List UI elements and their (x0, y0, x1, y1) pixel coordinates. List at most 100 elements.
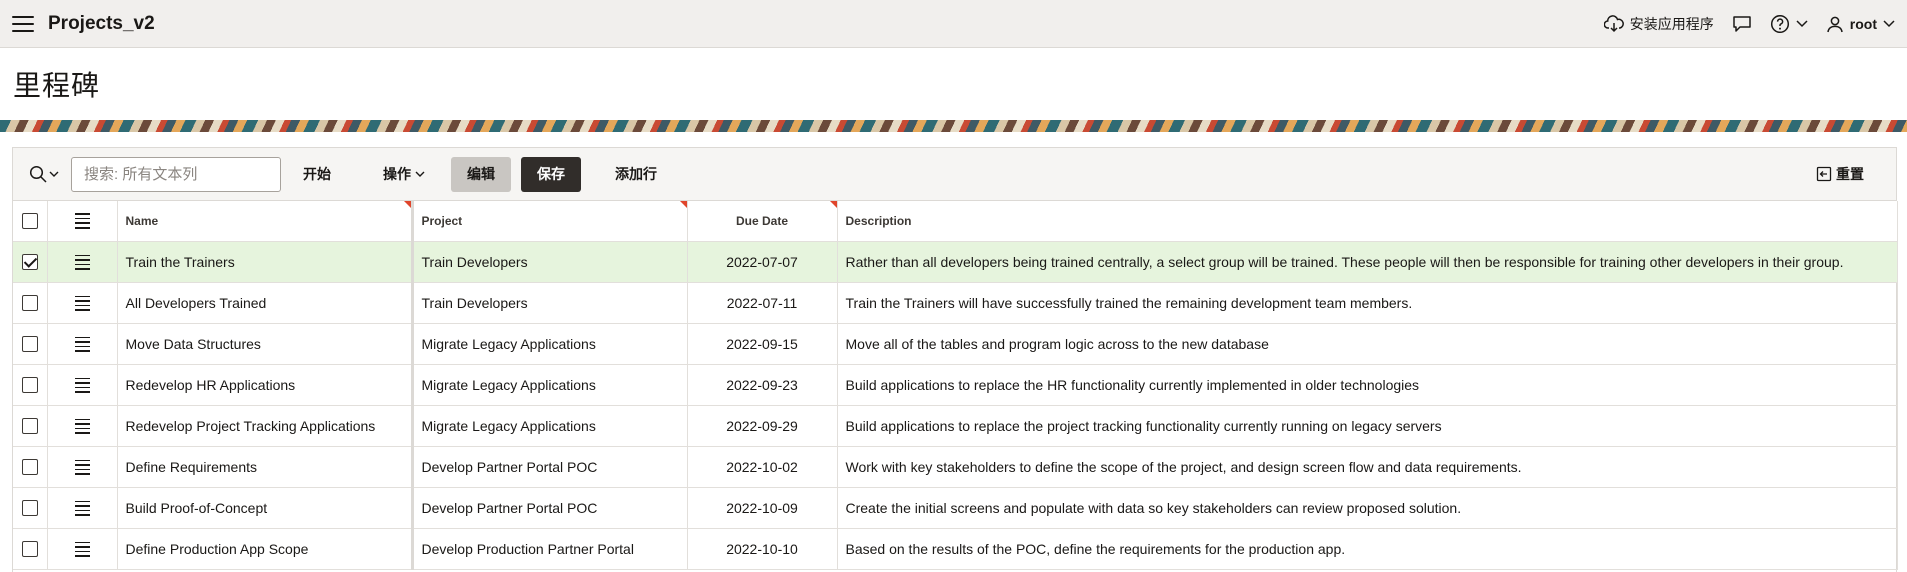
row-actions-menu-icon[interactable] (74, 459, 90, 475)
cell-project[interactable]: Develop Partner Portal POC (412, 446, 688, 488)
cell-due-date[interactable]: 2022-10-02 (687, 446, 838, 488)
cell-due-date[interactable]: 2022-10-09 (687, 487, 838, 529)
row-checkbox[interactable] (21, 336, 38, 353)
install-app-button[interactable]: 安装应用程序 (1603, 14, 1714, 34)
cell-name[interactable]: Redevelop HR Applications (117, 364, 414, 406)
cell-description[interactable]: Based on the results of the POC, define … (837, 528, 1898, 570)
row-actions-menu-icon[interactable] (74, 336, 90, 352)
row-checkbox[interactable] (21, 418, 38, 435)
row-select-cell[interactable] (13, 405, 48, 447)
cell-project[interactable]: Migrate Legacy Applications (412, 323, 688, 365)
feedback-button[interactable] (1732, 15, 1752, 33)
row-actions-cell[interactable] (47, 323, 118, 365)
cell-project[interactable]: Develop Partner Portal POC (412, 487, 688, 529)
go-button[interactable]: 开始 (287, 157, 347, 192)
search-column-menu[interactable] (29, 165, 59, 183)
menu-icon[interactable] (12, 15, 34, 32)
user-icon (1827, 16, 1843, 32)
cell-due-date[interactable]: 2022-09-29 (687, 405, 838, 447)
row-select-cell[interactable] (13, 528, 48, 570)
add-row-button[interactable]: 添加行 (599, 157, 673, 192)
save-button[interactable]: 保存 (521, 156, 581, 192)
cell-description[interactable]: Build applications to replace the projec… (837, 405, 1898, 447)
cell-due-date[interactable]: 2022-07-11 (687, 282, 838, 324)
row-actions-cell[interactable] (47, 282, 118, 324)
row-checkbox[interactable] (21, 377, 38, 394)
page-title: 里程碑 (13, 70, 101, 101)
row-actions-menu-icon[interactable] (74, 541, 90, 557)
chevron-down-icon (1883, 19, 1895, 27)
row-select-cell[interactable] (13, 282, 48, 324)
cell-project[interactable]: Migrate Legacy Applications (412, 364, 688, 406)
select-all-checkbox[interactable] (21, 212, 38, 229)
row-checkbox[interactable] (21, 295, 38, 312)
cell-description[interactable]: Train the Trainers will have successfull… (837, 282, 1898, 324)
row-actions-menu-icon[interactable] (74, 377, 90, 393)
actions-menu-button[interactable]: 操作 (367, 157, 441, 192)
row-checkbox[interactable] (21, 500, 38, 517)
row-actions-menu-icon[interactable] (74, 418, 90, 434)
row-checkbox[interactable] (21, 541, 38, 558)
column-header-project[interactable]: Project (412, 201, 688, 242)
table-row[interactable]: All Developers Trained Train Developers 20… (13, 282, 1898, 324)
user-menu-button[interactable]: root (1826, 15, 1895, 33)
cell-due-date[interactable]: 2022-07-07 (687, 241, 838, 283)
table-row[interactable]: Define Production App Scope Develop Produ… (13, 528, 1898, 570)
cell-description[interactable]: Rather than all developers being trained… (837, 241, 1898, 283)
cell-project[interactable]: Train Developers (412, 282, 688, 324)
table-row[interactable]: Redevelop Project Tracking Applications M… (13, 405, 1898, 447)
cell-description[interactable]: Work with key stakeholders to define the… (837, 446, 1898, 488)
column-header-description[interactable]: Description (837, 201, 1898, 242)
cell-description[interactable]: Move all of the tables and program logic… (837, 323, 1898, 365)
cell-description[interactable]: Build applications to replace the HR fun… (837, 364, 1898, 406)
row-actions-icon (74, 213, 90, 229)
cell-name[interactable]: Define Requirements (117, 446, 414, 488)
select-all-header[interactable] (13, 201, 48, 242)
row-actions-cell[interactable] (47, 241, 118, 283)
cell-name[interactable]: All Developers Trained (117, 282, 414, 324)
table-row[interactable]: Move Data Structures Migrate Legacy Appli… (13, 323, 1898, 365)
cell-name[interactable]: Define Production App Scope (117, 528, 414, 570)
row-select-cell[interactable] (13, 446, 48, 488)
row-actions-cell[interactable] (47, 487, 118, 529)
cell-description[interactable]: Create the initial screens and populate … (837, 487, 1898, 529)
cell-name[interactable]: Train the Trainers (117, 241, 414, 283)
cell-due-date[interactable]: 2022-09-15 (687, 323, 838, 365)
row-actions-cell[interactable] (47, 446, 118, 488)
column-header-due-date[interactable]: Due Date (687, 201, 838, 242)
cell-name[interactable]: Move Data Structures (117, 323, 414, 365)
row-checkbox[interactable] (21, 254, 38, 271)
cell-name[interactable]: Build Proof-of-Concept (117, 487, 414, 529)
row-actions-cell[interactable] (47, 528, 118, 570)
table-row[interactable]: Train the Trainers Train Developers 2022-0… (13, 241, 1898, 283)
cell-due-date[interactable]: 2022-09-23 (687, 364, 838, 406)
row-select-cell[interactable] (13, 487, 48, 529)
row-actions-menu-icon[interactable] (74, 254, 90, 270)
cell-project[interactable]: Train Developers (412, 241, 688, 283)
row-checkbox[interactable] (21, 459, 38, 476)
cell-project[interactable]: Develop Production Partner Portal (412, 528, 688, 570)
app-title[interactable]: Projects_v2 (48, 13, 155, 35)
milestones-table: Name Project Due Date Description Train … (13, 201, 1898, 570)
cell-name[interactable]: Redevelop Project Tracking Applications (117, 405, 414, 447)
row-actions-cell[interactable] (47, 364, 118, 406)
edit-button[interactable]: 编辑 (451, 156, 511, 192)
row-actions-menu-icon[interactable] (74, 295, 90, 311)
help-icon (1770, 14, 1789, 33)
help-menu-button[interactable] (1770, 14, 1808, 34)
table-row[interactable]: Define Requirements Develop Partner Porta… (13, 446, 1898, 488)
cell-due-date[interactable]: 2022-10-10 (687, 528, 838, 570)
search-input[interactable] (71, 156, 281, 192)
row-select-cell[interactable] (13, 364, 48, 406)
row-select-cell[interactable] (13, 323, 48, 365)
row-actions-menu-icon[interactable] (74, 500, 90, 516)
row-actions-cell[interactable] (47, 405, 118, 447)
table-row[interactable]: Redevelop HR Applications Migrate Legacy … (13, 364, 1898, 406)
reset-button[interactable]: 重置 (1800, 157, 1880, 192)
table-header-row: Name Project Due Date Description (13, 201, 1898, 242)
cell-project[interactable]: Migrate Legacy Applications (412, 405, 688, 447)
interactive-grid: 开始 操作 编辑 保存 添加行 重置 Name Project Due Date… (12, 147, 1898, 572)
column-header-name[interactable]: Name (117, 201, 414, 242)
table-row[interactable]: Build Proof-of-Concept Develop Partner Po… (13, 487, 1898, 529)
row-select-cell[interactable] (13, 241, 48, 283)
